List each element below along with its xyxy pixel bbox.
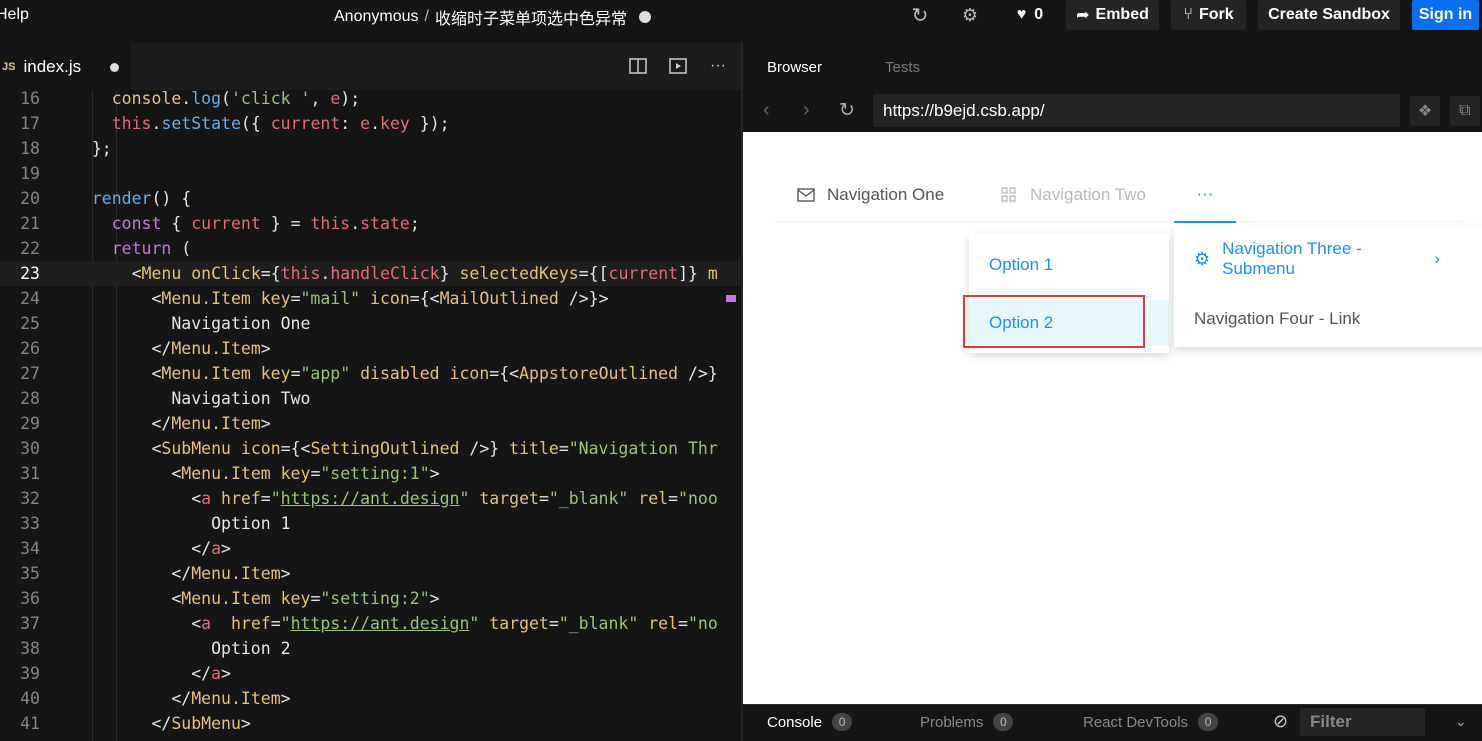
fork-label: Fork — [1198, 6, 1234, 23]
more-actions-icon[interactable]: ··· — [707, 55, 729, 77]
help-menu[interactable]: Help — [0, 6, 29, 24]
file-name: index.js — [23, 56, 82, 76]
menu-item-label: Navigation Two — [1030, 184, 1146, 204]
overflow-popup: ⚙ Navigation Three - Submenu › Navigatio… — [1174, 227, 1482, 347]
owner-name[interactable]: Anonymous — [334, 8, 419, 26]
console-bar: Console 0 Problems 0 React DevTools 0 ⊘ … — [743, 704, 1482, 741]
horizontal-menu: Navigation One Navigation Two ··· — [773, 167, 1461, 223]
menu-item-navigation-one[interactable]: Navigation One — [797, 167, 944, 222]
split-editor-icon[interactable] — [627, 55, 649, 77]
sign-in-button[interactable]: Sign in — [1412, 0, 1479, 30]
share-arrow-icon: ➦ — [1076, 7, 1090, 24]
url-input[interactable]: https://b9ejd.csb.app/ — [873, 94, 1400, 127]
menu-overflow-ellipsis[interactable]: ··· — [1174, 167, 1236, 223]
globe-icon — [638, 11, 651, 23]
embed-label: Embed — [1095, 6, 1149, 23]
fork-icon: ⑂ — [1183, 6, 1193, 23]
devtools-icon[interactable]: ❖ — [1410, 96, 1440, 126]
tab-react-devtools[interactable]: React DevTools 0 — [1083, 713, 1219, 731]
settings-gear-icon[interactable]: ⚙ — [958, 0, 982, 30]
menu-item-navigation-two[interactable]: Navigation Two — [1000, 167, 1146, 222]
tab-index-js[interactable]: JS index.js — [0, 43, 131, 90]
forward-arrow-icon[interactable]: › — [803, 99, 810, 122]
submenu-navigation-three[interactable]: ⚙ Navigation Three - Submenu › — [1174, 236, 1482, 282]
submenu-title: Navigation Three - Submenu — [1222, 239, 1362, 278]
like-button[interactable]: ♥ 0 — [1010, 0, 1050, 30]
browser-tab-bar: Browser Tests — [743, 43, 1482, 91]
menu-item-label: Navigation One — [827, 184, 945, 204]
chevron-right-icon: › — [1434, 249, 1440, 268]
problems-count-badge: 0 — [993, 713, 1014, 731]
preview-icon[interactable] — [667, 55, 689, 77]
devtools-count-badge: 0 — [1198, 713, 1219, 731]
create-sandbox-button[interactable]: Create Sandbox — [1258, 0, 1400, 30]
back-arrow-icon[interactable]: ‹ — [763, 99, 770, 122]
js-file-icon: JS — [2, 60, 16, 73]
tab-tests[interactable]: Tests — [885, 59, 920, 76]
error-marker — [726, 295, 736, 302]
clear-console-icon[interactable]: ⊘ — [1273, 711, 1288, 732]
reload-icon[interactable]: ↻ — [839, 99, 855, 122]
devtools-label: React DevTools — [1083, 713, 1189, 731]
filter-input[interactable]: Filter — [1300, 708, 1425, 736]
option-1[interactable]: Option 1 — [969, 242, 1169, 288]
chevron-down-icon[interactable]: ⌄ — [1455, 713, 1467, 730]
open-new-window-icon[interactable]: ⧉ — [1450, 96, 1480, 126]
problems-label: Problems — [920, 713, 984, 731]
top-bar: Help Anonymous / 收缩时子菜单项选中色异常 ↻ ⚙ ♥ 0 ➦ … — [0, 0, 1482, 30]
tab-console[interactable]: Console 0 — [767, 713, 853, 731]
fork-button[interactable]: ⑂ Fork — [1171, 0, 1246, 30]
editor-tab-bar: JS index.js ··· — [0, 43, 741, 90]
refresh-icon[interactable]: ↻ — [908, 0, 932, 30]
url-bar: ‹ › ↻ https://b9ejd.csb.app/ ❖ ⧉ — [743, 91, 1482, 132]
like-count: 0 — [1034, 6, 1044, 23]
annotation-highlight-box — [963, 295, 1145, 348]
sandbox-title: Anonymous / 收缩时子菜单项选中色异常 — [334, 5, 651, 29]
console-count-badge: 0 — [832, 713, 853, 731]
current-line: 23 <Menu onClick={this.handleClick} sele… — [0, 261, 741, 286]
sandbox-name[interactable]: 收缩时子菜单项选中色异常 — [435, 5, 627, 29]
unsaved-dot-icon — [110, 63, 119, 72]
title-separator: / — [424, 8, 429, 25]
tab-problems[interactable]: Problems 0 — [920, 713, 1014, 731]
heart-icon: ♥ — [1016, 6, 1027, 23]
embed-button[interactable]: ➦ Embed — [1066, 0, 1159, 30]
mail-icon — [797, 187, 815, 202]
setting-gear-icon: ⚙ — [1194, 248, 1211, 269]
appstore-icon — [1001, 186, 1016, 202]
tab-browser[interactable]: Browser — [767, 59, 822, 76]
console-label: Console — [767, 713, 823, 731]
navigation-four-link[interactable]: Navigation Four - Link — [1174, 296, 1482, 342]
code-editor[interactable]: 16 console.log('click ', e); 17 this.set… — [0, 90, 741, 741]
preview-viewport: Navigation One Navigation Two ··· Option… — [743, 132, 1482, 704]
